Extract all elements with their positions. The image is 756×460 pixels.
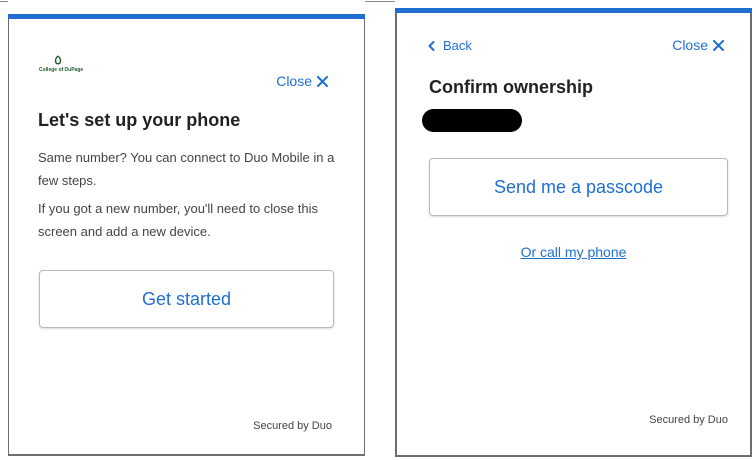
close-button[interactable]: Close xyxy=(672,37,724,53)
college-logo-icon xyxy=(54,55,62,65)
dialog-accent-bar xyxy=(8,14,365,19)
secured-by-duo-footer: Secured by Duo xyxy=(253,420,332,432)
get-started-button[interactable]: Get started xyxy=(39,270,334,328)
confirm-ownership-dialog: Back Close Confirm ownership Send me a p… xyxy=(395,8,752,457)
close-label: Close xyxy=(276,73,312,89)
close-label: Close xyxy=(672,37,708,53)
page-title: Let's set up your phone xyxy=(38,110,241,130)
info-text-same-number: Same number? You can connect to Duo Mobi… xyxy=(38,150,335,188)
close-button[interactable]: Close xyxy=(276,73,328,89)
college-logo: College of DuPage xyxy=(39,55,83,77)
chevron-left-icon xyxy=(428,40,435,51)
dialog-accent-bar xyxy=(395,8,752,13)
logo-text: College of DuPage xyxy=(39,67,84,73)
redacted-phone-number xyxy=(422,109,522,132)
close-x-icon xyxy=(713,39,724,51)
screenshot-stage: College of DuPage Close Let's set up you… xyxy=(0,0,756,460)
setup-phone-dialog: College of DuPage Close Let's set up you… xyxy=(8,14,365,456)
close-x-icon xyxy=(317,75,328,87)
background-divider xyxy=(0,1,8,2)
secured-by-duo-footer: Secured by Duo xyxy=(649,414,728,426)
background-divider xyxy=(365,1,395,2)
back-label: Back xyxy=(443,38,472,53)
send-passcode-button[interactable]: Send me a passcode xyxy=(429,158,728,216)
info-text-new-number: If you got a new number, you'll need to … xyxy=(38,201,318,239)
back-button[interactable]: Back xyxy=(428,38,472,53)
call-my-phone-link[interactable]: Or call my phone xyxy=(397,244,750,260)
page-title: Confirm ownership xyxy=(429,77,594,97)
